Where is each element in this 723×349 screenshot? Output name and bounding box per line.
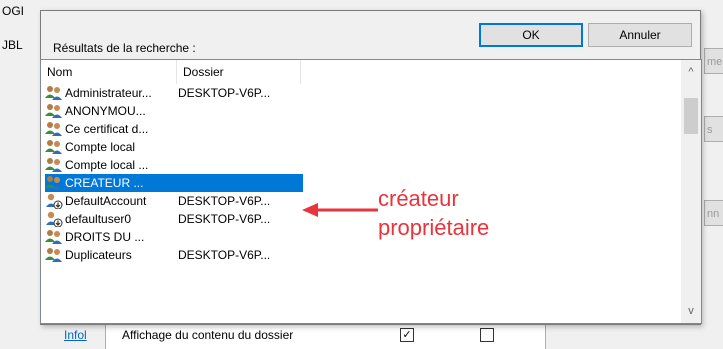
list-item-name-cell[interactable]: CREATEUR ... [45,174,303,192]
column-header-name[interactable]: Nom [41,60,177,84]
list-item-name-cell[interactable]: Ce certificat d... [45,120,303,138]
list-item-name: Duplicateurs [65,248,132,262]
cancel-button[interactable]: Annuler [588,23,692,47]
list-item[interactable]: DROITS DU ... [41,228,681,246]
list-item[interactable]: Administrateur... DESKTOP-V6P... [41,84,681,102]
background-text-fragment: OGI [2,4,25,18]
users-group-icon [45,176,62,190]
background-button-fragment: nn [704,200,723,226]
column-header-folder[interactable]: Dossier [177,60,301,84]
list-item[interactable]: ANONYMOU... [41,102,681,120]
list-item-folder: DESKTOP-V6P... [178,194,271,208]
list-item-name: Compte local ... [65,158,149,172]
users-group-icon [45,230,62,244]
user-account-icon [46,211,63,227]
list-item[interactable]: Compte local [41,138,681,156]
list-item[interactable]: Duplicateurs DESKTOP-V6P... [41,246,681,264]
select-user-dialog: Résultats de la recherche : OK Annuler N… [40,10,702,325]
list-item-name: Compte local [65,140,136,154]
annotation-line2: propriétaire [378,215,490,240]
background-text-fragment: JBL [2,38,23,52]
users-group-icon [45,122,62,136]
list-item-name: DROITS DU ... [65,230,145,244]
users-group-icon [45,248,62,262]
permission-label: Affichage du contenu du dossier [122,328,294,342]
annotation-arrow [302,203,378,217]
background-button-fragment: s [704,116,723,142]
users-group-icon [45,140,62,154]
users-group-icon [45,86,62,100]
list-item-name: ANONYMOU... [65,104,146,118]
user-account-icon [46,193,63,209]
annotation-line1: créateur [378,186,459,211]
list-item-name-cell[interactable]: ANONYMOU... [45,102,303,120]
list-item-name: defaultuser0 [65,212,132,226]
list-item-folder: DESKTOP-V6P... [178,86,271,100]
list-header: Nom Dossier [41,60,681,84]
deny-checkbox[interactable] [480,328,494,342]
list-item-name-cell[interactable]: Compte local ... [45,156,303,174]
scrollbar-thumb[interactable] [684,98,698,134]
list-item-name: Ce certificat d... [65,122,149,136]
background-window-left: OGI JBL [0,0,40,349]
users-group-icon [45,158,62,172]
list-item-name: CREATEUR ... [65,176,144,190]
search-results-list[interactable]: Nom Dossier Administrateur... DESKTOP-V6P… [40,59,702,324]
list-item-name: DefaultAccount [65,194,147,208]
list-item[interactable]: Compte local ... [41,156,681,174]
list-item-name-cell[interactable]: Compte local [45,138,303,156]
allow-checkbox[interactable]: ✓ [400,328,414,342]
users-group-icon [45,104,62,118]
vertical-scrollbar[interactable]: ^ v [681,60,701,323]
list-item-name-cell[interactable]: DROITS DU ... [45,228,303,246]
background-button-fragment: me [704,48,723,74]
list-item-name: Administrateur... [65,86,152,100]
list-item[interactable]: CREATEUR ... [41,174,681,192]
scroll-up-icon[interactable]: ^ [681,62,701,82]
ok-button[interactable]: OK [479,23,583,47]
scroll-down-icon[interactable]: v [681,301,701,321]
list-item[interactable]: Ce certificat d... [41,120,681,138]
list-item-folder: DESKTOP-V6P... [178,212,271,226]
results-label: Résultats de la recherche : [53,41,196,55]
info-link[interactable]: Infol [64,328,87,342]
list-item-folder: DESKTOP-V6P... [178,248,271,262]
